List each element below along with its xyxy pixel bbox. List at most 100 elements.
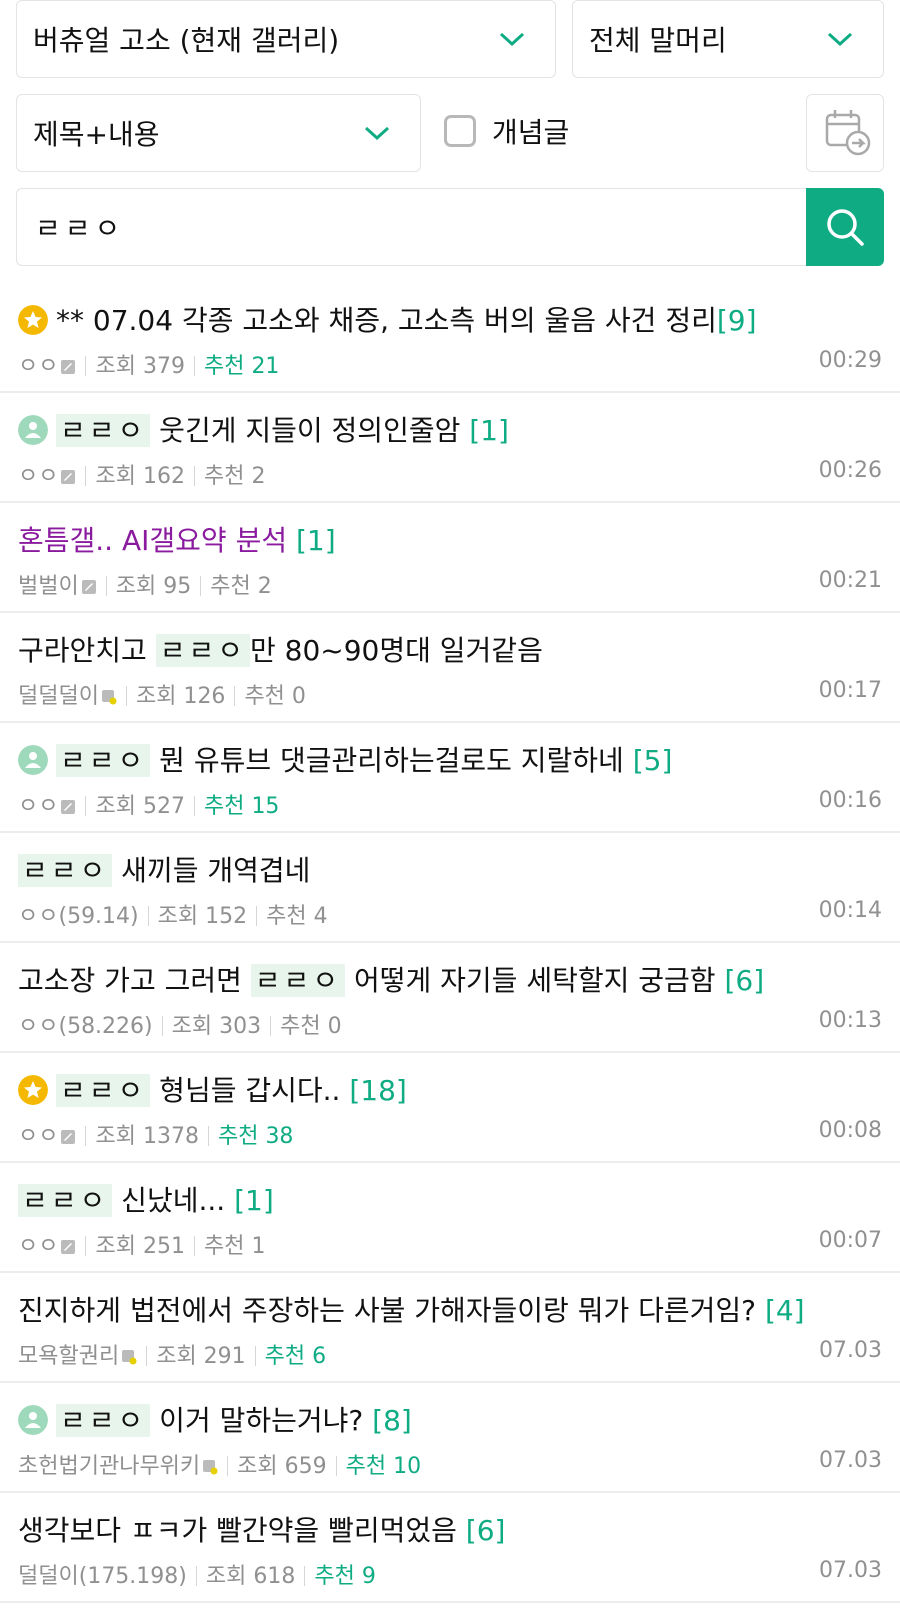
post-recommend-count: 15: [251, 794, 280, 819]
comment-count[interactable]: [1]: [234, 1184, 274, 1217]
list-item[interactable]: 진지하게 법전에서 주장하는 사불 가해자들이랑 뭐가 다른거임? [4] 모욕…: [0, 1273, 900, 1383]
post-recommend-count: 2: [257, 574, 272, 599]
search-type-select[interactable]: 제목+내용: [16, 94, 421, 172]
post-recommend: 추천 2: [210, 574, 272, 599]
list-item[interactable]: ㄹㄹㅇ 이거 말하는거냐? [8] 초헌법기관나무위키 조회 659 추천 10 0…: [0, 1383, 900, 1493]
list-item[interactable]: 생각보다 ㅍㅋ가 빨간약을 빨리먹었음 [6] 덜덜이(175.198) 조회 6…: [0, 1493, 900, 1603]
fixed-nick-icon: [81, 580, 96, 594]
gallery-select[interactable]: 버츄얼 고소 (현재 갤러리): [16, 0, 556, 78]
star-badge-icon: [18, 305, 48, 335]
post-author[interactable]: 덜덜이: [18, 1564, 79, 1589]
post-recommend: 추천 2: [203, 464, 266, 489]
post-author[interactable]: ㅇㅇ: [18, 1124, 58, 1149]
post-title[interactable]: ** 07.04 각종 고소와 채증, 고소측 버의 울음 사건 정리[9]: [18, 301, 890, 341]
fixed-nick-icon: [61, 360, 76, 374]
header-select[interactable]: 전체 말머리: [572, 0, 884, 78]
post-views: 조회 95: [115, 574, 192, 599]
post-recommend: 추천 15: [203, 794, 280, 819]
meta-divider: [254, 1346, 256, 1366]
post-author[interactable]: 벌벌이: [18, 574, 79, 599]
post-time: 07.03: [819, 1338, 882, 1363]
post-title[interactable]: ㄹㄹㅇ 웃긴게 지들이 정의인줄암 [1]: [18, 411, 890, 451]
post-title[interactable]: ㄹㄹㅇ 형님들 갑시다.. [18]: [18, 1071, 890, 1111]
recommended-only-label[interactable]: 개념글: [492, 111, 569, 151]
list-item[interactable]: ㄹㄹㅇ 신났네... [1] ㅇㅇ 조회 251 추천 1 00:07: [0, 1163, 900, 1273]
post-recommend: 추천 9: [314, 1564, 376, 1589]
post-author[interactable]: ㅇㅇ: [18, 464, 58, 489]
post-views: 조회 1378: [95, 1124, 199, 1149]
meta-divider: [147, 906, 149, 926]
post-title-prefix: 고소장 가고 그러면: [18, 964, 251, 997]
post-author[interactable]: ㅇㅇ: [18, 794, 58, 819]
post-author[interactable]: 초헌법기관나무위키: [18, 1454, 200, 1479]
post-author[interactable]: ㅇㅇ: [18, 354, 58, 379]
post-views: 조회 152: [157, 904, 248, 929]
meta-divider: [85, 356, 87, 376]
post-title[interactable]: ㄹㄹㅇ 이거 말하는거냐? [8]: [18, 1401, 890, 1441]
list-item[interactable]: 고소장 가고 그러면 ㄹㄹㅇ 어떻게 자기들 세탁할지 궁금함 [6] ㅇㅇ(5…: [0, 943, 900, 1053]
post-title-text: 새끼들 개역겹네: [112, 854, 311, 887]
comment-count[interactable]: [18]: [349, 1074, 406, 1107]
image-post-icon: [18, 415, 48, 445]
post-meta: 초헌법기관나무위키 조회 659 추천 10: [18, 1448, 421, 1480]
search-input[interactable]: ㄹㄹㅇ: [16, 188, 806, 266]
comment-count[interactable]: [4]: [765, 1294, 805, 1327]
comment-count[interactable]: [6]: [724, 964, 764, 997]
recommended-only-checkbox[interactable]: [444, 115, 476, 147]
post-views: 조회 126: [135, 684, 226, 709]
post-title[interactable]: 고소장 가고 그러면 ㄹㄹㅇ 어떻게 자기들 세탁할지 궁금함 [6]: [18, 961, 890, 1001]
post-title[interactable]: 구라안치고 ㄹㄹㅇ 만 80~90명대 일거같음: [18, 631, 890, 671]
list-item[interactable]: ㄹㄹㅇ 형님들 갑시다.. [18] ㅇㅇ 조회 1378 추천 38 00:08: [0, 1053, 900, 1163]
meta-divider: [161, 1016, 163, 1036]
date-search-button[interactable]: [806, 94, 884, 172]
search-button[interactable]: [806, 188, 884, 266]
comment-count[interactable]: [8]: [372, 1404, 412, 1437]
list-item[interactable]: 구라안치고 ㄹㄹㅇ 만 80~90명대 일거같음 덜덜덜이 조회 126 추천 0 0…: [0, 613, 900, 723]
post-title[interactable]: ㄹㄹㅇ 뭔 유튜브 댓글관리하는걸로도 지랄하네 [5]: [18, 741, 890, 781]
post-title-text: ** 07.04 각종 고소와 채증, 고소측 버의 울음 사건 정리: [56, 304, 717, 337]
post-time: 00:14: [818, 898, 882, 923]
fixed-nick-icon: [61, 1130, 76, 1144]
post-author[interactable]: ㅇㅇ: [18, 1234, 58, 1259]
chevron-down-icon: [827, 32, 853, 47]
list-item[interactable]: ㄹㄹㅇ 웃긴게 지들이 정의인줄암 [1] ㅇㅇ 조회 162 추천 2 00:26: [0, 393, 900, 503]
meta-divider: [146, 1346, 148, 1366]
post-author[interactable]: ㅇㅇ: [18, 1014, 58, 1039]
post-author[interactable]: 덜덜덜이: [18, 684, 99, 709]
post-title[interactable]: ㄹㄹㅇ 신났네... [1]: [18, 1181, 890, 1221]
post-author[interactable]: 모욕할권리: [18, 1344, 119, 1369]
comment-count[interactable]: [1]: [469, 414, 509, 447]
star-badge-icon: [18, 1075, 48, 1105]
post-title-highlight: ㄹㄹㅇ: [18, 854, 113, 887]
post-recommend: 추천 1: [203, 1234, 266, 1259]
post-title[interactable]: 진지하게 법전에서 주장하는 사불 가해자들이랑 뭐가 다른거임? [4]: [18, 1291, 890, 1331]
list-item[interactable]: ㄹㄹㅇ 새끼들 개역겹네 ㅇㅇ(59.14) 조회 152 추천 4 00:14: [0, 833, 900, 943]
post-recommend-count: 10: [393, 1454, 422, 1479]
post-time: 00:17: [818, 678, 882, 703]
post-title-text: 생각보다 ㅍㅋ가 빨간약을 빨리먹었음: [18, 1514, 466, 1547]
list-item[interactable]: ㄹㄹㅇ 뭔 유튜브 댓글관리하는걸로도 지랄하네 [5] ㅇㅇ 조회 527 추천 …: [0, 723, 900, 833]
comment-count[interactable]: [1]: [296, 524, 336, 557]
post-author[interactable]: ㅇㅇ: [18, 904, 58, 929]
list-item[interactable]: 혼틈갤.. AI갤요약 분석 [1] 벌벌이 조회 95 추천 2 00:21: [0, 503, 900, 613]
post-title[interactable]: 생각보다 ㅍㅋ가 빨간약을 빨리먹었음 [6]: [18, 1511, 890, 1551]
post-views: 조회 379: [95, 354, 185, 379]
meta-divider: [193, 796, 195, 816]
post-title-text: 이거 말하는거냐?: [150, 1404, 373, 1437]
fixed-nick-icon: [61, 1240, 76, 1254]
post-views: 조회 618: [205, 1564, 296, 1589]
post-title-prefix: 구라안치고: [18, 634, 156, 667]
post-meta: 덜덜이(175.198) 조회 618 추천 9: [18, 1558, 376, 1590]
post-title[interactable]: 혼틈갤.. AI갤요약 분석 [1]: [18, 521, 890, 561]
chevron-down-icon: [499, 32, 525, 47]
post-meta: ㅇㅇ(58.226) 조회 303 추천 0: [18, 1008, 342, 1040]
comment-count[interactable]: [6]: [466, 1514, 506, 1547]
comment-count[interactable]: [9]: [717, 304, 757, 337]
gallery-select-label: 버츄얼 고소 (현재 갤러리): [33, 24, 340, 57]
search-input-value: ㄹㄹㅇ: [35, 212, 125, 245]
list-item[interactable]: ** 07.04 각종 고소와 채증, 고소측 버의 울음 사건 정리[9] ㅇ…: [0, 283, 900, 393]
meta-divider: [195, 1566, 197, 1586]
post-title[interactable]: ㄹㄹㅇ 새끼들 개역겹네: [18, 851, 890, 891]
comment-count[interactable]: [5]: [633, 744, 673, 777]
meta-divider: [193, 466, 195, 486]
